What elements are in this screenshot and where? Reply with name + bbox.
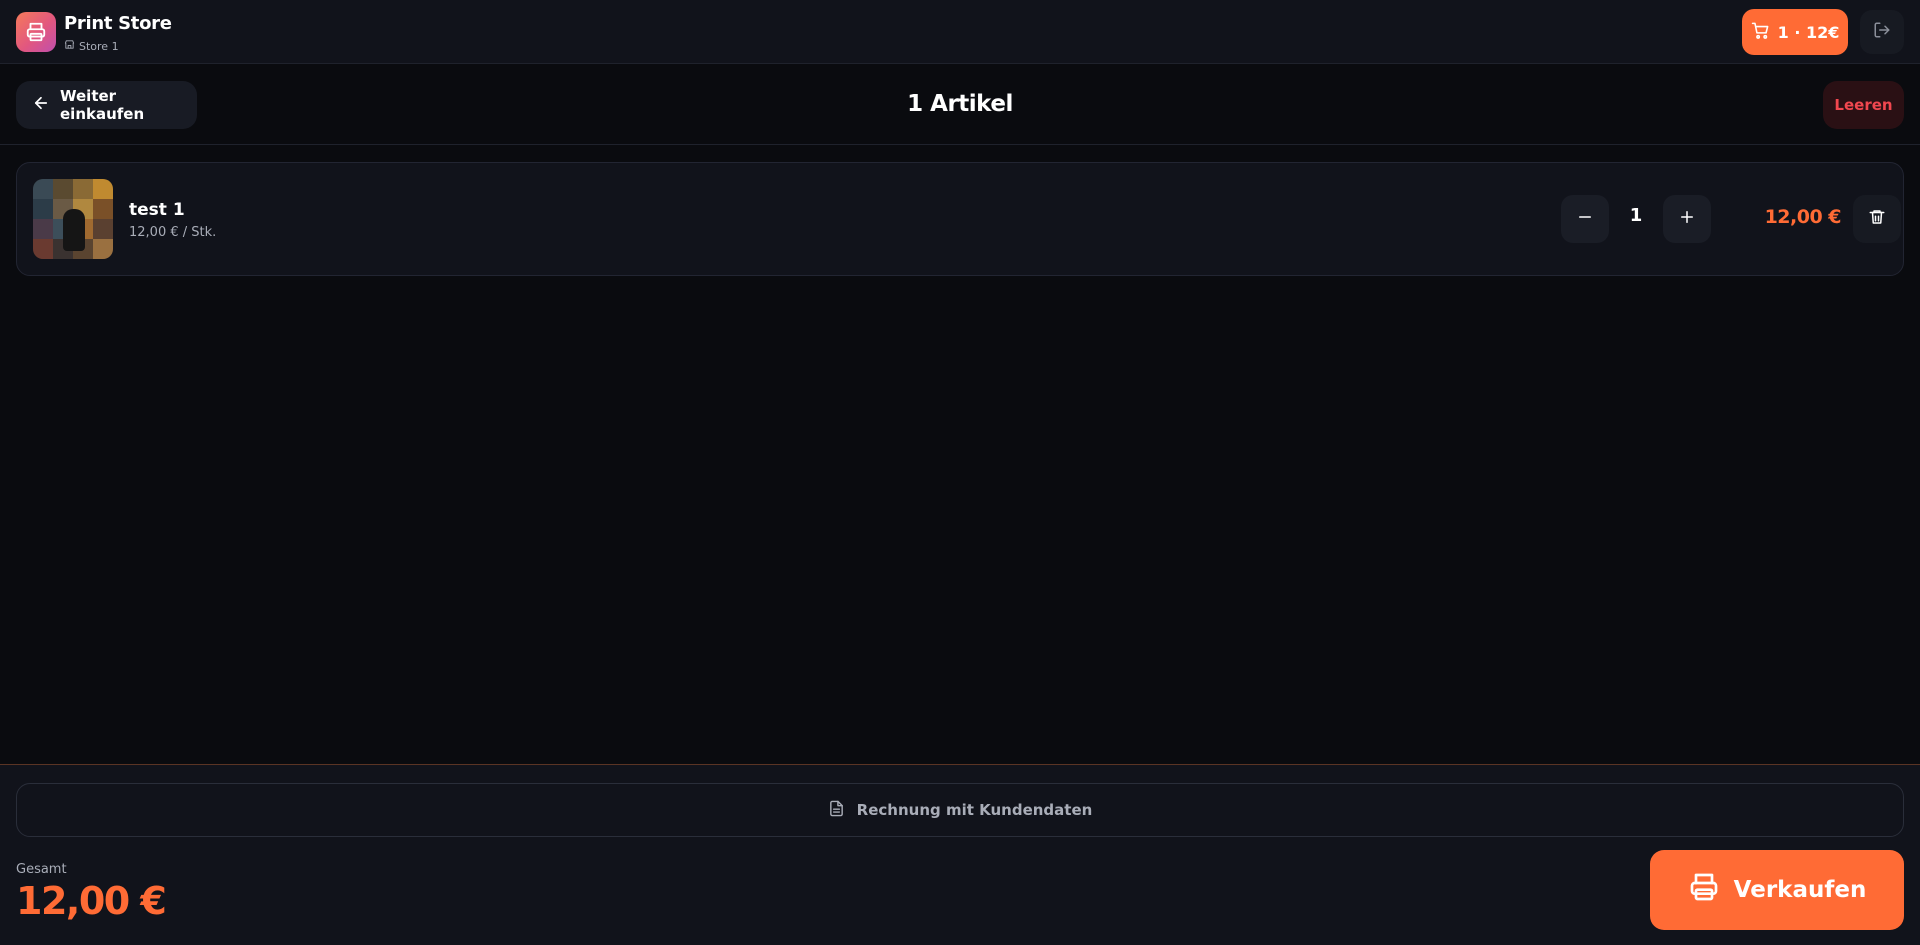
total-label: Gesamt bbox=[16, 862, 67, 877]
clear-cart-button[interactable]: Leeren bbox=[1823, 81, 1904, 129]
pos-app: Print Store Store 1 1 · 12€ Weiter einka… bbox=[0, 0, 1920, 945]
cart-summary: 1 · 12€ bbox=[1777, 22, 1840, 42]
cart-toolbar: Weiter einkaufen 1 Artikel Leeren bbox=[0, 65, 1920, 145]
page-title: 1 Artikel bbox=[907, 91, 1013, 117]
store-name: Store 1 bbox=[79, 39, 119, 53]
plus-icon bbox=[1678, 208, 1696, 230]
cart-icon bbox=[1751, 21, 1770, 44]
printer-icon bbox=[16, 12, 56, 52]
logout-button[interactable] bbox=[1860, 10, 1904, 54]
minus-icon bbox=[1576, 208, 1594, 230]
brand-name: Print Store bbox=[64, 13, 172, 34]
cart-item: test 1 12,00 € / Stk. 1 12,00 € bbox=[16, 162, 1904, 276]
total-value: 12,00 € bbox=[16, 879, 167, 923]
item-quantity: 1 bbox=[1629, 205, 1643, 226]
trash-icon bbox=[1868, 208, 1886, 230]
sell-button[interactable]: Verkaufen bbox=[1650, 850, 1904, 930]
store-indicator: Store 1 bbox=[64, 39, 119, 53]
store-icon bbox=[64, 39, 75, 53]
document-icon bbox=[828, 800, 845, 821]
product-thumbnail bbox=[33, 179, 113, 259]
remove-item-button[interactable] bbox=[1853, 195, 1901, 243]
printer-icon bbox=[1688, 871, 1720, 909]
increase-quantity-button[interactable] bbox=[1663, 195, 1711, 243]
sell-label: Verkaufen bbox=[1733, 877, 1867, 903]
item-unit-price: 12,00 € / Stk. bbox=[129, 225, 217, 240]
item-total: 12,00 € bbox=[1764, 206, 1842, 228]
invoice-label: Rechnung mit Kundendaten bbox=[856, 801, 1093, 819]
logout-icon bbox=[1873, 21, 1891, 43]
cart-button[interactable]: 1 · 12€ bbox=[1742, 9, 1848, 55]
item-name: test 1 bbox=[129, 200, 185, 220]
checkout-footer: Rechnung mit Kundendaten Gesamt 12,00 € … bbox=[0, 764, 1920, 945]
top-header: Print Store Store 1 1 · 12€ bbox=[0, 0, 1920, 64]
decrease-quantity-button[interactable] bbox=[1561, 195, 1609, 243]
invoice-with-customer-data-button[interactable]: Rechnung mit Kundendaten bbox=[16, 783, 1904, 837]
